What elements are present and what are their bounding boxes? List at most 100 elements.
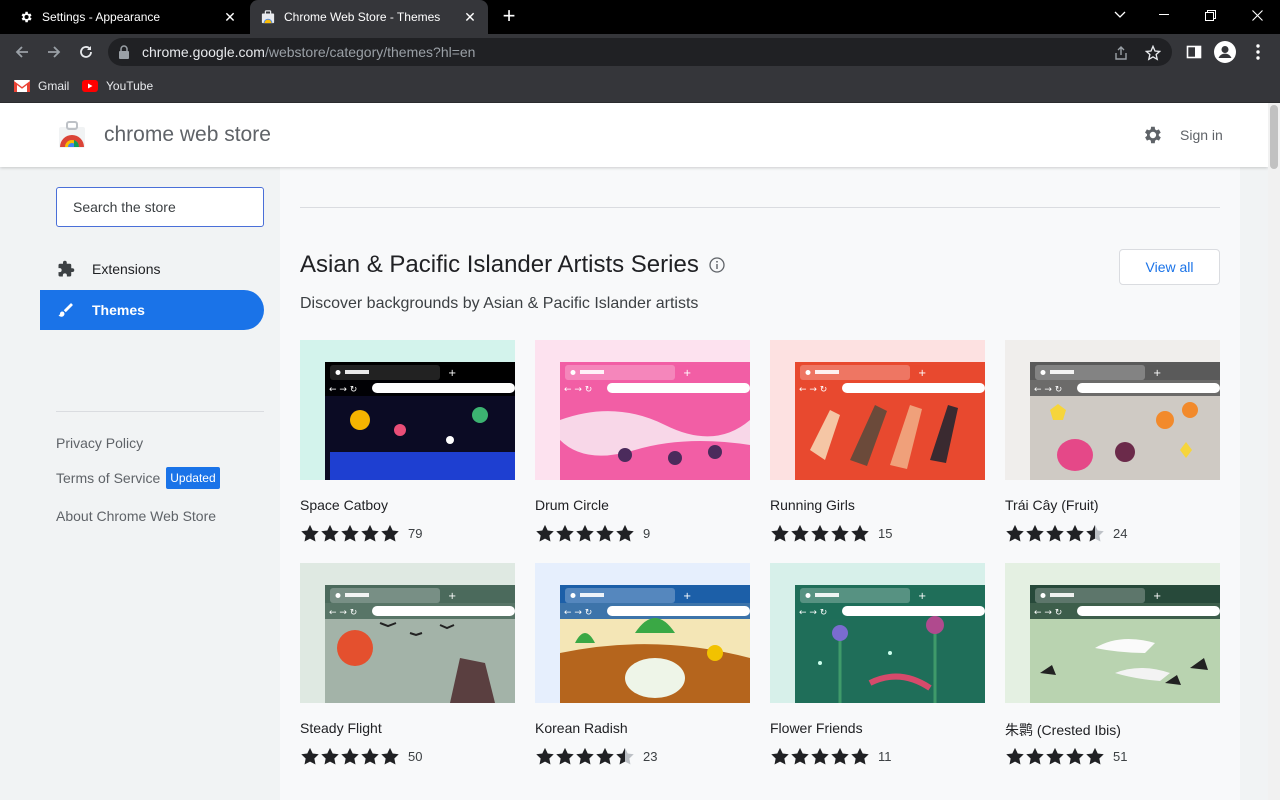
sidebar-item-extensions[interactable]: Extensions <box>40 249 264 289</box>
star-icon <box>536 747 554 765</box>
star-icon <box>536 524 554 542</box>
info-icon[interactable] <box>709 257 725 273</box>
theme-name[interactable]: 朱鹮 (Crested Ibis) <box>1005 720 1121 740</box>
star-icon <box>771 524 789 542</box>
theme-name[interactable]: Space Catboy <box>300 497 388 513</box>
scrollbar-thumb[interactable] <box>1270 105 1278 169</box>
rating-stars <box>1005 747 1105 765</box>
theme-name[interactable]: Drum Circle <box>535 497 609 513</box>
theme-rating: 51 <box>1005 747 1127 765</box>
star-icon <box>1046 524 1064 542</box>
bookmark-star-icon[interactable] <box>1144 44 1162 62</box>
star-icon <box>596 524 614 542</box>
sidebar-item-themes[interactable]: Themes <box>40 290 264 330</box>
svg-text:+: + <box>1153 591 1161 602</box>
rating-stars <box>300 747 400 765</box>
about-webstore-link[interactable]: About Chrome Web Store <box>56 508 216 524</box>
close-icon[interactable]: ✕ <box>462 9 478 25</box>
svg-text:+: + <box>918 591 926 602</box>
gear-icon[interactable] <box>1141 124 1163 146</box>
bookmark-gmail[interactable]: Gmail <box>14 77 69 95</box>
star-icon <box>321 747 339 765</box>
star-icon <box>851 747 869 765</box>
theme-name[interactable]: Flower Friends <box>770 720 863 736</box>
forward-icon[interactable] <box>42 40 66 64</box>
collection-title-text: Asian & Pacific Islander Artists Series <box>300 251 699 278</box>
theme-thumbnail[interactable]: + ← → ↻ <box>1005 563 1220 703</box>
profile-avatar-icon[interactable] <box>1213 40 1237 64</box>
svg-text:+: + <box>1153 368 1161 379</box>
rating-stars <box>300 524 400 542</box>
star-icon <box>1026 524 1044 542</box>
search-field[interactable] <box>56 187 264 227</box>
star-icon <box>1006 747 1024 765</box>
page-scrollbar[interactable] <box>1268 103 1280 800</box>
sidebar: Extensions Themes Privacy Policy Terms o… <box>40 167 280 800</box>
theme-thumbnail[interactable]: + ← → ↻ <box>300 340 515 480</box>
bookmark-youtube[interactable]: YouTube <box>82 77 153 95</box>
rating-stars <box>535 747 635 765</box>
svg-text:+: + <box>918 368 926 379</box>
side-panel-icon[interactable] <box>1182 40 1206 64</box>
theme-name[interactable]: Korean Radish <box>535 720 628 736</box>
url-path: /webstore/category/themes?hl=en <box>264 44 476 60</box>
back-icon[interactable] <box>10 40 34 64</box>
puzzle-icon <box>56 259 76 279</box>
theme-thumbnail[interactable]: + ← → ↻ <box>1005 340 1220 480</box>
star-icon <box>831 524 849 542</box>
theme-card[interactable]: + ← → ↻ Trái Cây (Fruit) 24 <box>1005 340 1220 550</box>
store-title[interactable]: chrome web store <box>104 123 271 147</box>
terms-of-service-link[interactable]: Terms of Service Updated <box>56 467 220 489</box>
view-all-button[interactable]: View all <box>1119 249 1220 285</box>
theme-card[interactable]: + ← → ↻ Drum Circle 9 <box>535 340 750 550</box>
reload-icon[interactable] <box>74 40 98 64</box>
theme-preview: + ← → ↻ <box>535 340 750 480</box>
theme-card[interactable]: + ← → ↻ Flower Friends 11 <box>770 563 985 773</box>
sidebar-divider <box>56 411 264 412</box>
new-tab-button[interactable]: + <box>498 5 520 28</box>
star-icon <box>1026 747 1044 765</box>
theme-thumbnail[interactable]: + ← → ↻ <box>770 563 985 703</box>
tab-search-icon[interactable] <box>1097 0 1143 30</box>
rating-stars <box>770 747 870 765</box>
svg-text:← → ↻: ← → ↻ <box>799 385 827 395</box>
theme-card[interactable]: + ← → ↻ Space Catboy 79 <box>300 340 515 550</box>
star-icon <box>811 747 829 765</box>
theme-card[interactable]: + ← → ↻ Running Girls 15 <box>770 340 985 550</box>
close-window-icon[interactable] <box>1234 0 1280 30</box>
theme-thumbnail[interactable]: + ← → ↻ <box>535 563 750 703</box>
share-icon[interactable] <box>1112 44 1130 62</box>
theme-card[interactable]: + ← → ↻ Korean Radish 23 <box>535 563 750 773</box>
sign-in-link[interactable]: Sign in <box>1180 127 1223 143</box>
theme-card[interactable]: + ← → ↻ 朱鹮 (Crested Ibis) 51 <box>1005 563 1220 773</box>
theme-thumbnail[interactable]: + ← → ↻ <box>535 340 750 480</box>
theme-rating: 24 <box>1005 524 1127 542</box>
sidebar-item-label: Themes <box>92 302 145 318</box>
theme-name[interactable]: Steady Flight <box>300 720 382 736</box>
menu-icon[interactable] <box>1246 40 1270 64</box>
tab-webstore[interactable]: Chrome Web Store - Themes ✕ <box>250 0 488 34</box>
theme-name[interactable]: Running Girls <box>770 497 855 513</box>
star-icon <box>616 747 634 765</box>
close-icon[interactable]: ✕ <box>222 9 238 25</box>
theme-name[interactable]: Trái Cây (Fruit) <box>1005 497 1099 513</box>
tab-settings[interactable]: Settings - Appearance ✕ <box>8 0 248 34</box>
brush-icon <box>56 300 76 320</box>
theme-card[interactable]: + ← → ↻ Steady Flight 50 <box>300 563 515 773</box>
restore-icon[interactable] <box>1187 0 1233 30</box>
rating-count: 9 <box>643 525 651 541</box>
main-content: Asian & Pacific Islander Artists Series … <box>280 167 1240 800</box>
search-input[interactable] <box>57 188 263 226</box>
theme-preview: + ← → ↻ <box>1005 340 1220 480</box>
privacy-policy-link[interactable]: Privacy Policy <box>56 435 143 451</box>
address-bar[interactable]: chrome.google.com/webstore/category/them… <box>108 38 1172 66</box>
theme-thumbnail[interactable]: + ← → ↻ <box>770 340 985 480</box>
gear-icon <box>18 9 34 25</box>
collection-title: Asian & Pacific Islander Artists Series <box>300 251 725 279</box>
webstore-logo[interactable] <box>58 121 86 149</box>
minimize-icon[interactable] <box>1141 0 1187 30</box>
star-icon <box>851 524 869 542</box>
star-icon <box>556 747 574 765</box>
star-icon <box>341 524 359 542</box>
theme-thumbnail[interactable]: + ← → ↻ <box>300 563 515 703</box>
